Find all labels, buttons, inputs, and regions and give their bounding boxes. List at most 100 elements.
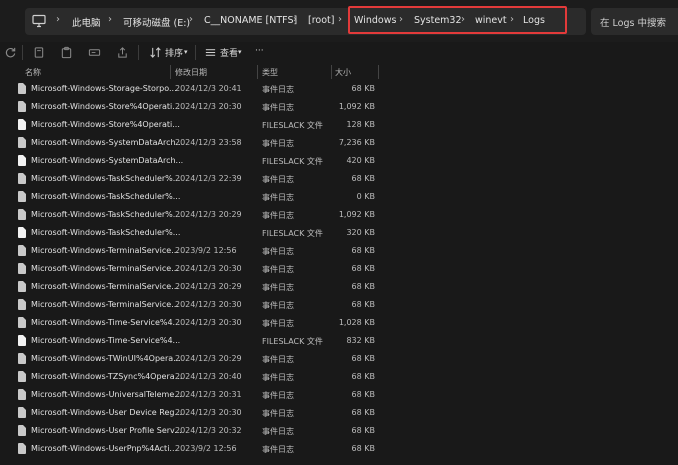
file-size: 68 KB	[351, 174, 375, 183]
file-type: 事件日志	[262, 373, 294, 382]
file-name: Microsoft-Windows-UserPnp%4Acti...	[31, 444, 178, 453]
share-icon[interactable]	[116, 46, 129, 59]
breadcrumb-noname-volume[interactable]: C__NONAME [NTFS]	[204, 15, 297, 26]
event-log-file-icon	[18, 299, 26, 310]
chevron-right-icon[interactable]: ›	[293, 14, 297, 25]
file-name: Microsoft-Windows-TZSync%4Opera...	[31, 372, 183, 381]
search-box[interactable]: 在 Logs 中搜索	[591, 8, 678, 35]
file-type: 事件日志	[262, 445, 294, 454]
file-size: 68 KB	[351, 426, 375, 435]
chevron-right-icon[interactable]: ›	[56, 14, 60, 25]
file-row[interactable]: Microsoft-Windows-User Device Reg... 2024…	[0, 404, 678, 422]
file-date: 2024/12/3 20:30	[175, 102, 242, 111]
file-type: 事件日志	[262, 283, 294, 292]
file-row[interactable]: Microsoft-Windows-TaskScheduler%... FILES…	[0, 224, 678, 242]
column-type-header[interactable]: 类型	[262, 67, 278, 78]
sort-button[interactable]: 排序	[165, 46, 183, 59]
file-date: 2024/12/3 20:30	[175, 408, 242, 417]
file-name: Microsoft-Windows-UniversalTeleme...	[31, 390, 182, 399]
file-row[interactable]: Microsoft-Windows-UserPnp%4Acti... 2023/9…	[0, 440, 678, 458]
file-row[interactable]: Microsoft-Windows-Time-Service%4... 2024/…	[0, 314, 678, 332]
file-row[interactable]: Microsoft-Windows-TaskScheduler%... 2024/…	[0, 206, 678, 224]
file-row[interactable]: Microsoft-Windows-User Profile Serv... 20…	[0, 422, 678, 440]
file-name: Microsoft-Windows-TaskScheduler%...	[31, 210, 181, 219]
file-name: Microsoft-Windows-Store%4Operati...	[31, 102, 180, 111]
breadcrumb-this-pc[interactable]: 此电脑	[72, 15, 101, 29]
column-divider[interactable]	[170, 65, 171, 79]
chevron-right-icon[interactable]: ›	[108, 14, 112, 25]
file-size: 68 KB	[351, 84, 375, 93]
breadcrumb-root[interactable]: [root]	[308, 15, 334, 26]
file-row[interactable]: Microsoft-Windows-TaskScheduler%... 2024/…	[0, 170, 678, 188]
file-icon	[18, 119, 26, 130]
file-name: Microsoft-Windows-TaskScheduler%...	[31, 192, 181, 201]
file-type: 事件日志	[262, 355, 294, 364]
file-type: 事件日志	[262, 139, 294, 148]
event-log-file-icon	[18, 245, 26, 256]
rename-icon[interactable]	[88, 46, 101, 59]
file-date: 2024/12/3 23:58	[175, 138, 242, 147]
file-icon	[18, 227, 26, 238]
file-row[interactable]: Microsoft-Windows-TaskScheduler%... 事件日志 0…	[0, 188, 678, 206]
file-row[interactable]: Microsoft-Windows-Storage-Storpo... 2024/…	[0, 80, 678, 98]
file-type: 事件日志	[262, 391, 294, 400]
breadcrumb-removable-disk[interactable]: 可移动磁盘 (E:)	[123, 15, 190, 29]
event-log-file-icon	[18, 137, 26, 148]
file-row[interactable]: Microsoft-Windows-SystemDataArch... FILES…	[0, 152, 678, 170]
copy-icon[interactable]	[32, 46, 45, 59]
column-name-header[interactable]: 名称	[25, 67, 41, 78]
file-row[interactable]: Microsoft-Windows-TZSync%4Opera... 2024/1…	[0, 368, 678, 386]
file-date: 2024/12/3 22:39	[175, 174, 242, 183]
file-row[interactable]: Microsoft-Windows-Time-Service%4... FILES…	[0, 332, 678, 350]
file-date: 2024/12/3 20:31	[175, 390, 242, 399]
paste-icon[interactable]	[60, 46, 73, 59]
chevron-right-icon[interactable]: ›	[338, 14, 342, 25]
chevron-down-icon[interactable]: ▾	[184, 48, 188, 56]
column-divider[interactable]	[257, 65, 258, 79]
file-explorer-window: › 此电脑 › 可移动磁盘 (E:) › C__NONAME [NTFS] › …	[0, 0, 678, 465]
toolbar-divider	[22, 45, 23, 60]
view-button[interactable]: 查看	[220, 46, 238, 59]
file-size: 420 KB	[346, 156, 375, 165]
file-row[interactable]: Microsoft-Windows-SystemDataArch... 2024/…	[0, 134, 678, 152]
address-bar-row: › 此电脑 › 可移动磁盘 (E:) › C__NONAME [NTFS] › …	[0, 0, 678, 42]
file-row[interactable]: Microsoft-Windows-TerminalService... 2024…	[0, 260, 678, 278]
file-name: Microsoft-Windows-SystemDataArch...	[31, 138, 184, 147]
file-row[interactable]: Microsoft-Windows-TerminalService... 2024…	[0, 278, 678, 296]
toolbar: 排序 ▾ 查看 ▾ ···	[0, 42, 678, 64]
file-type: 事件日志	[262, 427, 294, 436]
file-row[interactable]: Microsoft-Windows-TerminalService... 2024…	[0, 296, 678, 314]
search-placeholder[interactable]: 在 Logs 中搜索	[600, 15, 666, 29]
file-type: 事件日志	[262, 103, 294, 112]
column-divider[interactable]	[378, 65, 379, 79]
event-log-file-icon	[18, 371, 26, 382]
sort-icon[interactable]	[149, 46, 162, 59]
event-log-file-icon	[18, 353, 26, 364]
file-row[interactable]: Microsoft-Windows-Store%4Operati... FILES…	[0, 116, 678, 134]
file-name: Microsoft-Windows-TWinUI%4Opera...	[31, 354, 181, 363]
more-options-icon[interactable]: ···	[255, 46, 264, 56]
file-name: Microsoft-Windows-SystemDataArch...	[31, 156, 184, 165]
event-log-file-icon	[18, 209, 26, 220]
file-type: 事件日志	[262, 319, 294, 328]
file-name: Microsoft-Windows-User Profile Serv...	[31, 426, 182, 435]
chevron-right-icon[interactable]: ›	[189, 14, 193, 25]
file-row[interactable]: Microsoft-Windows-UniversalTeleme... 2024…	[0, 386, 678, 404]
file-row[interactable]: Microsoft-Windows-Store%4Operati... 2024/…	[0, 98, 678, 116]
column-date-header[interactable]: 修改日期	[175, 67, 207, 78]
file-row[interactable]: Microsoft-Windows-TWinUI%4Opera... 2024/1…	[0, 350, 678, 368]
file-size: 1,092 KB	[338, 210, 375, 219]
file-name: Microsoft-Windows-Time-Service%4...	[31, 318, 181, 327]
refresh-icon[interactable]	[4, 46, 17, 59]
view-list-icon[interactable]	[204, 46, 217, 59]
file-date: 2024/12/3 20:29	[175, 354, 242, 363]
file-size: 68 KB	[351, 390, 375, 399]
event-log-file-icon	[18, 83, 26, 94]
file-date: 2023/9/2 12:56	[175, 246, 237, 255]
file-row[interactable]: Microsoft-Windows-TerminalService... 2023…	[0, 242, 678, 260]
computer-icon[interactable]	[31, 13, 47, 29]
column-divider[interactable]	[331, 65, 332, 79]
column-size-header[interactable]: 大小	[335, 67, 351, 78]
event-log-file-icon	[18, 443, 26, 454]
chevron-down-icon[interactable]: ▾	[238, 48, 242, 56]
